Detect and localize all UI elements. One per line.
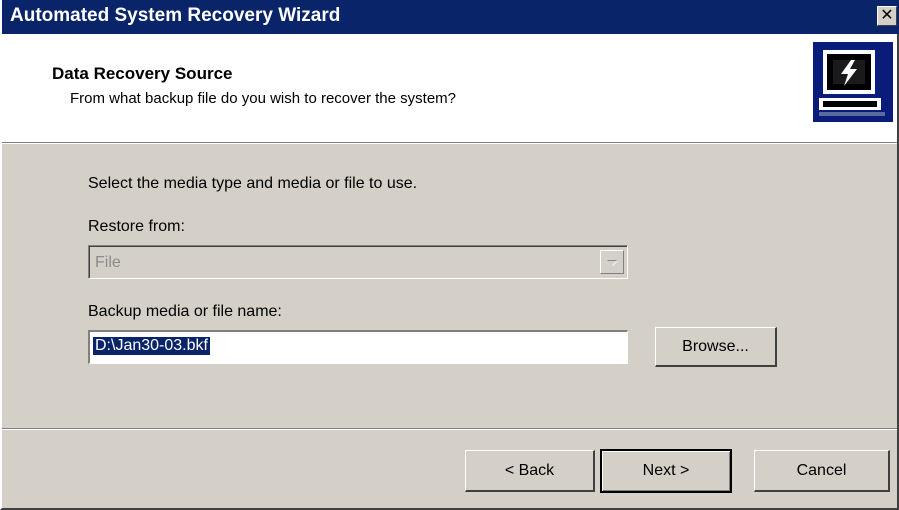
page-title: Data Recovery Source bbox=[52, 64, 233, 83]
dropdown-button[interactable] bbox=[600, 250, 624, 274]
browse-button[interactable]: Browse... bbox=[655, 327, 777, 367]
header-divider bbox=[2, 142, 897, 144]
backup-file-input[interactable]: D:\Jan30-03.bkf bbox=[88, 330, 628, 364]
restore-from-value: File bbox=[95, 254, 121, 271]
computer-recovery-icon bbox=[813, 42, 893, 122]
restore-from-select[interactable]: File bbox=[88, 245, 628, 279]
page-subtitle: From what backup file do you wish to rec… bbox=[70, 90, 457, 107]
close-icon: ✕ bbox=[880, 7, 894, 24]
wizard-header: Data Recovery Source From what backup fi… bbox=[2, 34, 897, 142]
instruction-text: Select the media type and media or file … bbox=[88, 175, 418, 192]
title-bar[interactable]: Automated System Recovery Wizard ✕ bbox=[2, 0, 899, 34]
backup-file-value: D:\Jan30-03.bkf bbox=[93, 337, 210, 355]
backup-file-label: Backup media or file name: bbox=[88, 303, 282, 320]
restore-from-label: Restore from: bbox=[88, 218, 185, 235]
close-button[interactable]: ✕ bbox=[877, 6, 897, 26]
chevron-down-icon bbox=[607, 260, 618, 266]
next-button[interactable]: Next > bbox=[600, 449, 732, 493]
wizard-window: Automated System Recovery Wizard ✕ Data … bbox=[0, 0, 899, 510]
cancel-button[interactable]: Cancel bbox=[754, 450, 890, 492]
restore-from-select-frame: File bbox=[89, 246, 627, 278]
window-title: Automated System Recovery Wizard bbox=[10, 5, 341, 26]
footer-divider bbox=[2, 428, 897, 430]
back-button[interactable]: < Back bbox=[465, 450, 595, 492]
